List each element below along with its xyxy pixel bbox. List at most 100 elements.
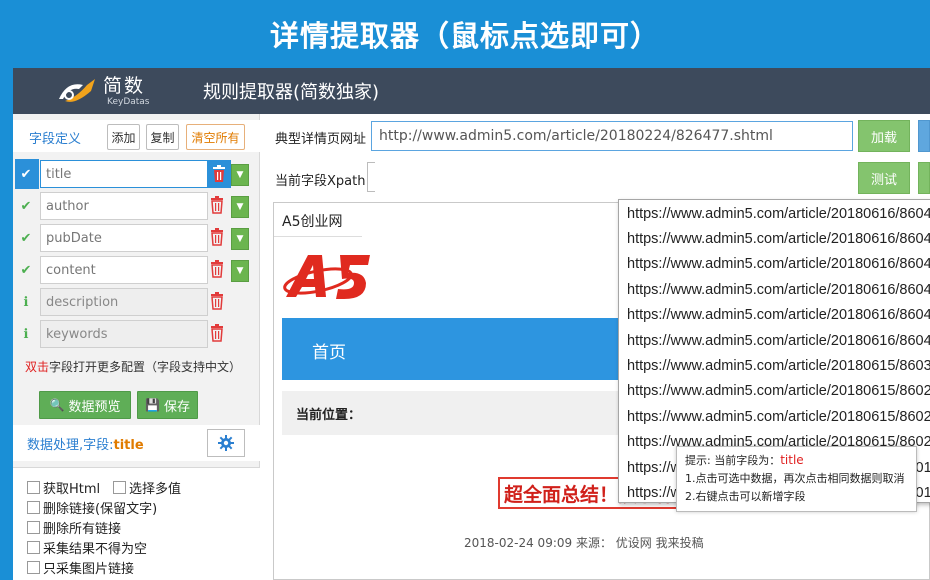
chevron-down-icon: ▼	[236, 234, 244, 244]
field-name-input[interactable]: description	[40, 288, 208, 316]
check-icon: ✔	[20, 166, 32, 182]
keydatas-logo: 简数 KeyDatas	[53, 68, 203, 114]
option-not-empty[interactable]: 采集结果不得为空	[27, 538, 147, 557]
option-multi-select[interactable]: 选择多值	[113, 478, 181, 497]
option-remove-links-keep-text[interactable]: 删除链接(保留文字)	[27, 498, 157, 517]
extra-button[interactable]	[918, 162, 930, 194]
extra-button[interactable]	[918, 120, 930, 152]
data-preview-button[interactable]: 🔍 数据预览	[39, 391, 131, 419]
field-name-input[interactable]: author	[40, 192, 208, 220]
url-suggestion-item[interactable]: https://www.admin5.com/article/20180616/…	[627, 328, 930, 353]
data-processing-text: 数据处理,字段:	[27, 438, 114, 453]
field-hint: 双击字段打开更多配置（字段支持中文）	[25, 358, 241, 375]
current-field-name: title	[113, 438, 144, 453]
info-icon: ℹ	[23, 294, 29, 310]
hint-current-field: title	[780, 453, 804, 467]
trash-icon	[211, 292, 223, 310]
breadcrumb-label[interactable]: 当前位置：	[296, 404, 361, 423]
field-row-pubdate[interactable]: ✔ pubDate ▼	[13, 222, 260, 254]
url-suggestion-item[interactable]: https://www.admin5.com/article/20180615/…	[627, 353, 930, 378]
delete-field-button[interactable]	[209, 260, 227, 280]
add-field-button[interactable]: 添加	[107, 124, 140, 150]
hint-popup: 提示: 当前字段为： title 1.点击可选中数据，再次点击相同数据则取消 2.…	[676, 446, 917, 512]
chevron-down-icon: ▼	[236, 202, 244, 212]
field-name-input[interactable]: pubDate	[40, 224, 208, 252]
field-row-title[interactable]: ✔ title ▼	[13, 158, 260, 190]
field-toolbar: 字段定义 添加 复制 清空所有	[13, 120, 260, 152]
trash-icon	[211, 228, 223, 246]
logo-mark-icon	[59, 79, 95, 102]
field-row-author[interactable]: ✔ author ▼	[13, 190, 260, 222]
trash-icon	[211, 196, 223, 214]
delete-field-button[interactable]	[207, 160, 231, 188]
app-header: 简数 KeyDatas 规则提取器(简数独家)	[13, 68, 930, 114]
url-suggestion-item[interactable]: https://www.admin5.com/article/20180616/…	[627, 252, 930, 277]
data-processing-label: 数据处理,字段:title	[27, 434, 144, 453]
field-row-content[interactable]: ✔ content ▼	[13, 254, 260, 286]
option-label: 删除所有链接	[43, 522, 122, 537]
trash-icon	[211, 324, 223, 342]
hint-line-click: 1.点击可选中数据，再次点击相同数据则取消	[685, 472, 905, 485]
check-icon: ✔	[20, 262, 32, 278]
url-suggestion-item[interactable]: https://www.admin5.com/article/20180616/…	[627, 303, 930, 328]
gear-icon	[218, 435, 234, 451]
checkbox[interactable]	[27, 501, 40, 514]
promo-banner: 详情提取器（鼠标点选即可）	[0, 0, 930, 68]
url-suggestion-item[interactable]: https://www.admin5.com/article/20180615/…	[627, 404, 930, 429]
checkbox[interactable]	[27, 481, 40, 494]
hint-prefix: 提示: 当前字段为：	[685, 454, 781, 467]
save-label: 保存	[163, 398, 190, 414]
url-suggestion-item[interactable]: https://www.admin5.com/article/20180616/…	[627, 277, 930, 302]
field-row-description[interactable]: ℹ description	[13, 286, 260, 318]
delete-field-button[interactable]	[209, 292, 227, 312]
field-options-dropdown[interactable]: ▼	[231, 164, 249, 186]
option-label: 选择多值	[129, 482, 182, 497]
url-suggestion-item[interactable]: https://www.admin5.com/article/20180616/…	[627, 201, 930, 226]
url-suggestion-item[interactable]: https://www.admin5.com/article/20180616/…	[627, 226, 930, 251]
option-label: 只采集图片链接	[43, 562, 135, 577]
nav-home-link[interactable]: 首页	[312, 338, 346, 363]
load-button[interactable]: 加载	[858, 120, 910, 152]
checkbox[interactable]	[27, 521, 40, 534]
checkbox[interactable]	[27, 541, 40, 554]
delete-field-button[interactable]	[209, 196, 227, 216]
option-label: 采集结果不得为空	[43, 542, 148, 557]
check-icon: ✔	[20, 198, 32, 214]
option-remove-all-links[interactable]: 删除所有链接	[27, 518, 121, 537]
field-name-input[interactable]: title	[40, 160, 208, 188]
logo-en-text: KeyDatas	[107, 97, 150, 107]
option-only-image-links[interactable]: 只采集图片链接	[27, 558, 134, 577]
checkbox[interactable]	[27, 561, 40, 574]
checkbox[interactable]	[113, 481, 126, 494]
field-definition-tab[interactable]: 字段定义	[29, 128, 81, 147]
delete-field-button[interactable]	[209, 228, 227, 248]
xpath-input[interactable]	[367, 162, 375, 192]
hint-line-rightclick: 2.右键点击可以新增字段	[685, 490, 806, 503]
article-meta[interactable]: 2018-02-24 09:09 来源： 优设网 我来投稿	[464, 534, 704, 551]
trash-icon	[213, 165, 225, 182]
banner-title: 详情提取器（鼠标点选即可）	[269, 19, 660, 53]
option-get-html[interactable]: 获取Html	[27, 478, 100, 497]
info-icon: ℹ	[23, 326, 29, 342]
field-options-dropdown[interactable]: ▼	[231, 260, 249, 282]
field-options-dropdown[interactable]: ▼	[231, 196, 249, 218]
data-processing-settings-button[interactable]	[207, 429, 245, 457]
delete-field-button[interactable]	[209, 324, 227, 344]
field-row-keywords[interactable]: ℹ keywords	[13, 318, 260, 350]
field-name-input[interactable]: content	[40, 256, 208, 284]
clear-all-button[interactable]: 清空所有	[186, 124, 245, 150]
magnifier-icon: 🔍	[49, 398, 65, 412]
field-name-input[interactable]: keywords	[40, 320, 208, 348]
trash-icon	[211, 260, 223, 278]
url-label: 典型详情页网址	[275, 132, 367, 147]
a5-logo-icon[interactable]	[282, 247, 372, 305]
url-suggestion-item[interactable]: https://www.admin5.com/article/20180615/…	[627, 379, 930, 404]
xpath-label: 当前字段Xpath	[275, 174, 366, 189]
save-button[interactable]: 💾 保存	[137, 391, 198, 419]
floppy-icon: 💾	[145, 398, 160, 412]
detail-url-input[interactable]: http://www.admin5.com/article/20180224/8…	[371, 121, 853, 151]
field-options-dropdown[interactable]: ▼	[231, 228, 249, 250]
copy-field-button[interactable]: 复制	[146, 124, 179, 150]
test-button[interactable]: 测试	[858, 162, 910, 194]
site-name[interactable]: A5创业网	[282, 211, 342, 231]
